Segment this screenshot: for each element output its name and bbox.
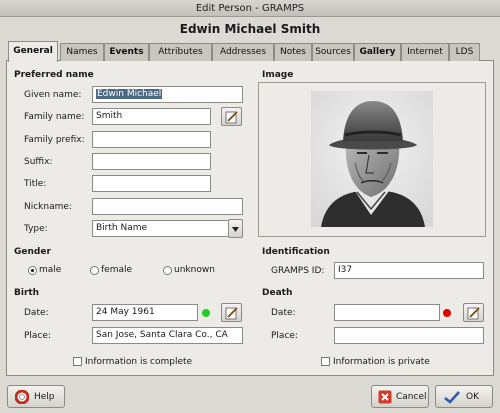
tab-general[interactable]: General: [8, 41, 58, 62]
title-label: Title:: [24, 179, 47, 189]
chevron-down-icon: [232, 227, 239, 232]
given-name-label: Given name:: [24, 90, 82, 100]
info-complete-checkbox[interactable]: [73, 357, 82, 366]
ok-icon: [444, 391, 460, 404]
death-heading: Death: [262, 288, 293, 298]
nickname-field[interactable]: [92, 198, 243, 215]
gender-unknown-radio[interactable]: [163, 266, 172, 275]
tab-addresses[interactable]: Addresses: [212, 43, 274, 61]
cancel-button[interactable]: Cancel: [371, 385, 429, 408]
suffix-field[interactable]: [92, 153, 211, 170]
edit-icon: [467, 307, 480, 320]
suffix-label: Suffix:: [24, 157, 53, 167]
info-private-checkbox[interactable]: [321, 357, 330, 366]
window-titlebar[interactable]: Edit Person - GRAMPS: [0, 0, 500, 17]
name-type-dropdown[interactable]: [228, 219, 243, 238]
name-type-field[interactable]: Birth Name: [92, 220, 229, 237]
edit-icon: [225, 111, 238, 124]
family-prefix-field[interactable]: [92, 131, 211, 148]
gramps-id-field[interactable]: I37: [334, 262, 484, 279]
tab-bar: General Names Events Attributes Addresse…: [8, 41, 492, 62]
family-name-label: Family name:: [24, 112, 85, 122]
tab-events[interactable]: Events: [104, 43, 149, 61]
edit-icon: [225, 307, 238, 320]
death-date-field[interactable]: [334, 304, 440, 321]
given-name-value: Edwin Michael: [96, 89, 163, 99]
nickname-label: Nickname:: [24, 202, 72, 212]
birth-heading: Birth: [14, 288, 40, 298]
birth-place-label: Place:: [24, 331, 51, 341]
death-date-label: Date:: [271, 308, 296, 318]
edit-death-button[interactable]: [463, 303, 484, 322]
gender-male-label: male: [39, 265, 62, 275]
preferred-name-heading: Preferred name: [14, 70, 94, 80]
given-name-field[interactable]: Edwin Michael: [92, 86, 243, 103]
gender-unknown-label: unknown: [174, 265, 215, 275]
gender-male-radio[interactable]: [28, 266, 37, 275]
person-heading: Edwin Michael Smith: [179, 22, 321, 36]
family-prefix-label: Family prefix:: [24, 135, 85, 145]
dialog-button-bar: Help Cancel OK: [0, 380, 500, 413]
death-date-status-icon: [443, 309, 451, 317]
gramps-id-label: GRAMPS ID:: [271, 266, 325, 276]
death-place-label: Place:: [271, 331, 298, 341]
title-field[interactable]: [92, 175, 211, 192]
tab-gallery[interactable]: Gallery: [354, 43, 401, 61]
ok-button[interactable]: OK: [435, 385, 493, 408]
edit-name-button[interactable]: [221, 107, 242, 126]
person-photo[interactable]: [311, 91, 433, 227]
cancel-button-label: Cancel: [396, 392, 427, 402]
cancel-icon: [378, 390, 392, 404]
tab-lds[interactable]: LDS: [449, 43, 480, 61]
family-name-field[interactable]: Smith: [92, 108, 211, 125]
tab-sources[interactable]: Sources: [312, 43, 354, 61]
gender-female-label: female: [101, 265, 133, 275]
help-button-label: Help: [34, 392, 55, 402]
help-icon: [15, 390, 29, 404]
info-complete-label: Information is complete: [85, 357, 193, 367]
birth-date-label: Date:: [24, 308, 49, 318]
person-photo-image: [311, 91, 433, 227]
birth-date-field[interactable]: 24 May 1961: [92, 304, 198, 321]
tab-notes[interactable]: Notes: [274, 43, 312, 61]
edit-birth-button[interactable]: [221, 303, 242, 322]
tab-attributes[interactable]: Attributes: [149, 43, 212, 61]
info-private-label: Information is private: [333, 357, 430, 367]
image-heading: Image: [262, 70, 294, 80]
window-title: Edit Person - GRAMPS: [195, 3, 305, 14]
ok-button-label: OK: [466, 392, 479, 402]
tab-internet[interactable]: Internet: [401, 43, 449, 61]
birth-date-status-icon: [202, 309, 210, 317]
death-place-field[interactable]: [334, 327, 484, 344]
identification-heading: Identification: [262, 247, 330, 257]
gender-female-radio[interactable]: [90, 266, 99, 275]
birth-place-field[interactable]: San Jose, Santa Clara Co., CA: [92, 327, 243, 344]
help-button[interactable]: Help: [7, 385, 65, 408]
gender-heading: Gender: [14, 247, 51, 257]
tab-names[interactable]: Names: [60, 43, 104, 61]
type-label: Type:: [24, 224, 48, 234]
